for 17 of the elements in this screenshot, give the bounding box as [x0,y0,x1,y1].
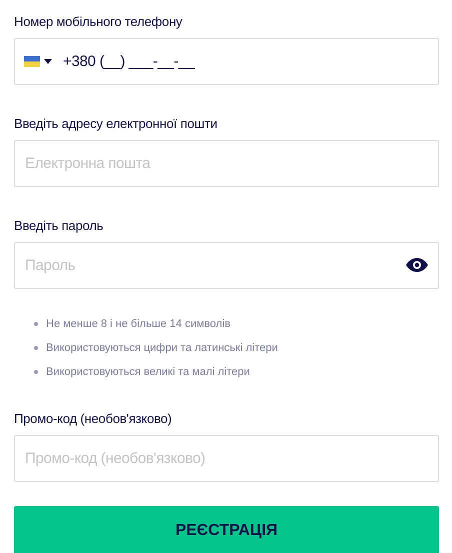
field-label: Промо-код (необов'язково) [14,410,173,428]
input-field[interactable]: Промо-код (необов'язково) [14,435,439,482]
bullet-icon [34,322,38,326]
phone-field[interactable]: +380 (__) ___-__-__ [14,38,439,85]
bullet-icon [34,370,38,374]
field-label: Номер мобільного телефону [14,13,184,31]
caret-icon[interactable] [44,59,52,64]
bullet-icon [34,346,38,350]
register-button[interactable]: РЕЄСТРАЦІЯ [14,506,439,553]
password-field[interactable]: Пароль [14,242,439,289]
password-rule: Не менше 8 і не більше 14 символів [46,318,230,330]
field-label: Введіть пароль [14,217,104,235]
field-label: Введіть адресу електронної пошти [14,115,218,133]
eye-icon[interactable] [406,258,428,272]
password-rule: Використовуються цифри та латинські літери [46,342,278,354]
password-rule: Використовуються великі та малі літери [46,366,250,378]
input-field[interactable]: Електронна пошта [14,140,439,187]
